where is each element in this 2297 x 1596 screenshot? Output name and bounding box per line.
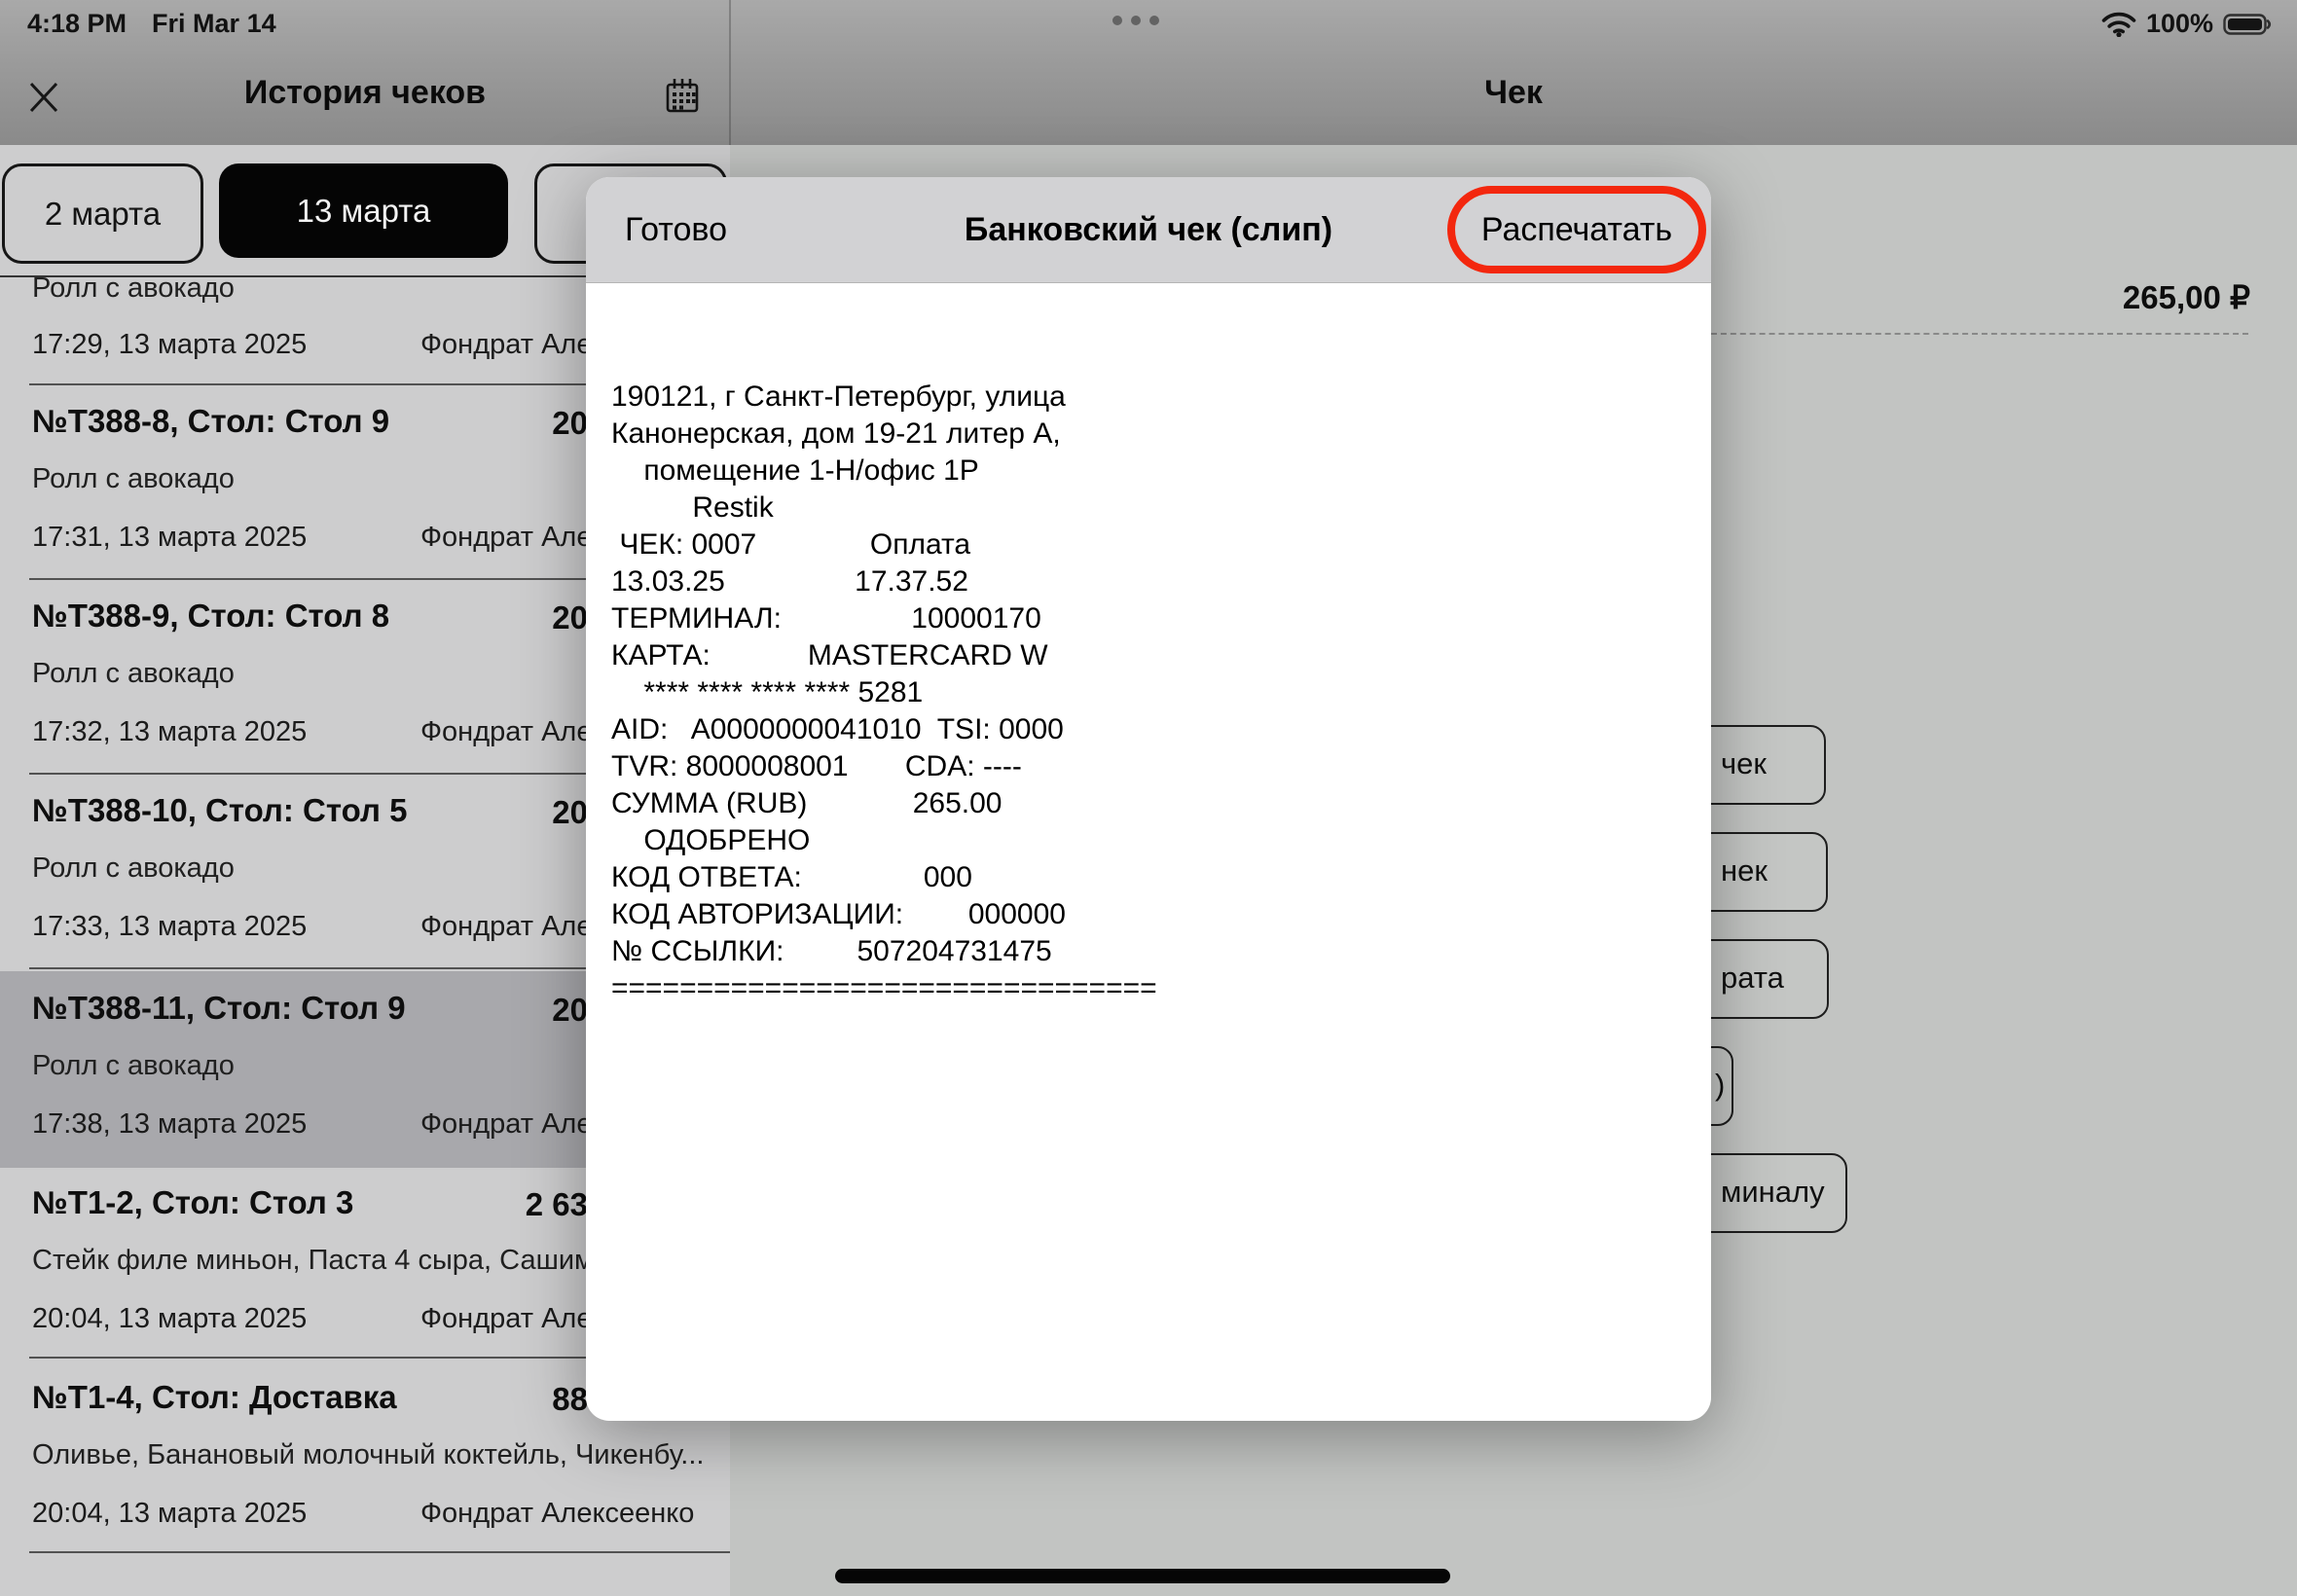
status-date: Fri Mar 14 (152, 9, 276, 39)
receipt-items: Ролл с авокадо (32, 658, 235, 690)
status-time: 4:18 PM (27, 9, 127, 39)
slip-line: ================================ (611, 970, 1157, 1007)
side-button-label: ) (1715, 1048, 1725, 1122)
receipt-amount: 20 (409, 992, 588, 1029)
receipt-items: Ролл с авокадо (32, 463, 235, 495)
modal-header: Готово Банковский чек (слип) Распечатать (586, 177, 1711, 283)
side-button-label: рата (1721, 941, 1784, 1015)
status-time-date: 4:18 PM Fri Mar 14 (27, 9, 276, 39)
slip-line: ОДОБРЕНО (611, 822, 1157, 859)
slip-line: 13.03.25 17.37.52 (611, 563, 1157, 600)
slip-line: **** **** **** **** 5281 (611, 674, 1157, 711)
receipt-time: 17:32, 13 марта 2025 (32, 716, 307, 748)
bank-slip-modal: Готово Банковский чек (слип) Распечатать… (586, 177, 1711, 1421)
slip-line: Restik (611, 490, 1157, 526)
slip-line: ЧЕК: 0007 Оплата (611, 526, 1157, 563)
slip-line: TVR: 8000008001 CDA: ---- (611, 748, 1157, 785)
receipt-time: 17:38, 13 марта 2025 (32, 1108, 307, 1141)
divider (29, 1551, 730, 1553)
receipt-amount: 20 (409, 599, 588, 636)
slip-line: КОД АВТОРИЗАЦИИ: 000000 (611, 896, 1157, 933)
receipt-waiter: Фондрат Але (420, 716, 592, 748)
slip-line: помещение 1-Н/офис 1Р (611, 453, 1157, 490)
slip-line: КАРТА: MASTERCARD W (611, 637, 1157, 674)
receipt-time: 20:04, 13 марта 2025 (32, 1498, 307, 1530)
date-filter-label: 13 марта (297, 193, 431, 230)
wifi-icon (2101, 11, 2136, 37)
receipt-items: Ролл с авокадо (32, 852, 235, 885)
receipt-number: №Т388-9, Стол: Стол 8 (32, 598, 389, 635)
receipt-waiter: Фондрат Але (420, 911, 592, 943)
receipt-amount: 88 (409, 1381, 588, 1418)
receipt-time: 17:29, 13 марта 2025 (32, 329, 307, 361)
receipt-items: Оливье, Банановый молочный коктейль, Чик… (32, 1439, 704, 1471)
slip-line: Канонерская, дом 19-21 литер А, (611, 416, 1157, 453)
receipt-number: №Т1-2, Стол: Стол 3 (32, 1184, 353, 1221)
status-indicators: 100% (2101, 9, 2272, 39)
side-button-label: чек (1721, 727, 1767, 801)
check-total: 265,00 ₽ (2123, 278, 2250, 316)
receipt-waiter: Фондрат Але (420, 1108, 592, 1141)
slip-line: № ССЫЛКИ: 507204731475 (611, 933, 1157, 970)
receipt-time: 17:33, 13 марта 2025 (32, 911, 307, 943)
receipt-waiter: Фондрат Алексеенко (420, 1498, 694, 1530)
dashed-separator (1711, 333, 2248, 335)
receipt-time: 17:31, 13 марта 2025 (32, 522, 307, 554)
receipt-waiter: Фондрат Але (420, 522, 592, 554)
home-indicator[interactable] (835, 1569, 1450, 1583)
side-button-label: нек (1721, 834, 1768, 908)
receipt-number: №Т388-11, Стол: Стол 9 (32, 990, 406, 1027)
bank-slip-text: 190121, г Санкт-Петербург, улица Канонер… (611, 379, 1157, 1007)
date-filter-13-march[interactable]: 13 марта (219, 163, 508, 258)
battery-icon (2223, 13, 2272, 36)
side-button-label: миналу (1721, 1155, 1825, 1229)
multitasking-dots-icon[interactable] (1112, 16, 1159, 25)
slip-line: КОД ОТВЕТА: 000 (611, 859, 1157, 896)
print-annotation-circle: Распечатать (1447, 186, 1706, 273)
receipt-amount: 20 (409, 794, 588, 831)
receipt-amount: 20 (409, 405, 588, 442)
date-filter-2-march[interactable]: 2 марта (2, 163, 203, 264)
receipt-items: Ролл с авокадо (32, 272, 235, 305)
print-button[interactable]: Распечатать (1481, 211, 1672, 249)
receipt-items: Ролл с авокадо (32, 1050, 235, 1082)
slip-line: AID: A0000000041010 TSI: 0000 (611, 711, 1157, 748)
status-bar: 4:18 PM Fri Mar 14 100% (0, 0, 2297, 45)
battery-percent-label: 100% (2146, 9, 2213, 39)
calendar-icon[interactable] (665, 77, 700, 116)
receipt-number: №Т388-10, Стол: Стол 5 (32, 792, 407, 829)
receipt-waiter: Фондрат Але (420, 1303, 592, 1335)
slip-line: СУММА (RUB) 265.00 (611, 785, 1157, 822)
slip-line: ТЕРМИНАЛ: 10000170 (611, 600, 1157, 637)
receipt-number: №Т388-8, Стол: Стол 9 (32, 403, 389, 440)
right-panel-title: Чек (730, 74, 2297, 112)
slip-line: 190121, г Санкт-Петербург, улица (611, 379, 1157, 416)
receipt-waiter: Фондрат Але (420, 329, 592, 361)
left-panel-title: История чеков (0, 74, 730, 112)
receipt-amount: 2 63 (409, 1186, 588, 1223)
receipt-time: 20:04, 13 марта 2025 (32, 1303, 307, 1335)
date-filter-label: 2 марта (45, 196, 161, 233)
receipt-items: Стейк филе миньон, Паста 4 сыра, Сашим (32, 1245, 594, 1277)
receipt-number: №Т1-4, Стол: Доставка (32, 1379, 397, 1416)
